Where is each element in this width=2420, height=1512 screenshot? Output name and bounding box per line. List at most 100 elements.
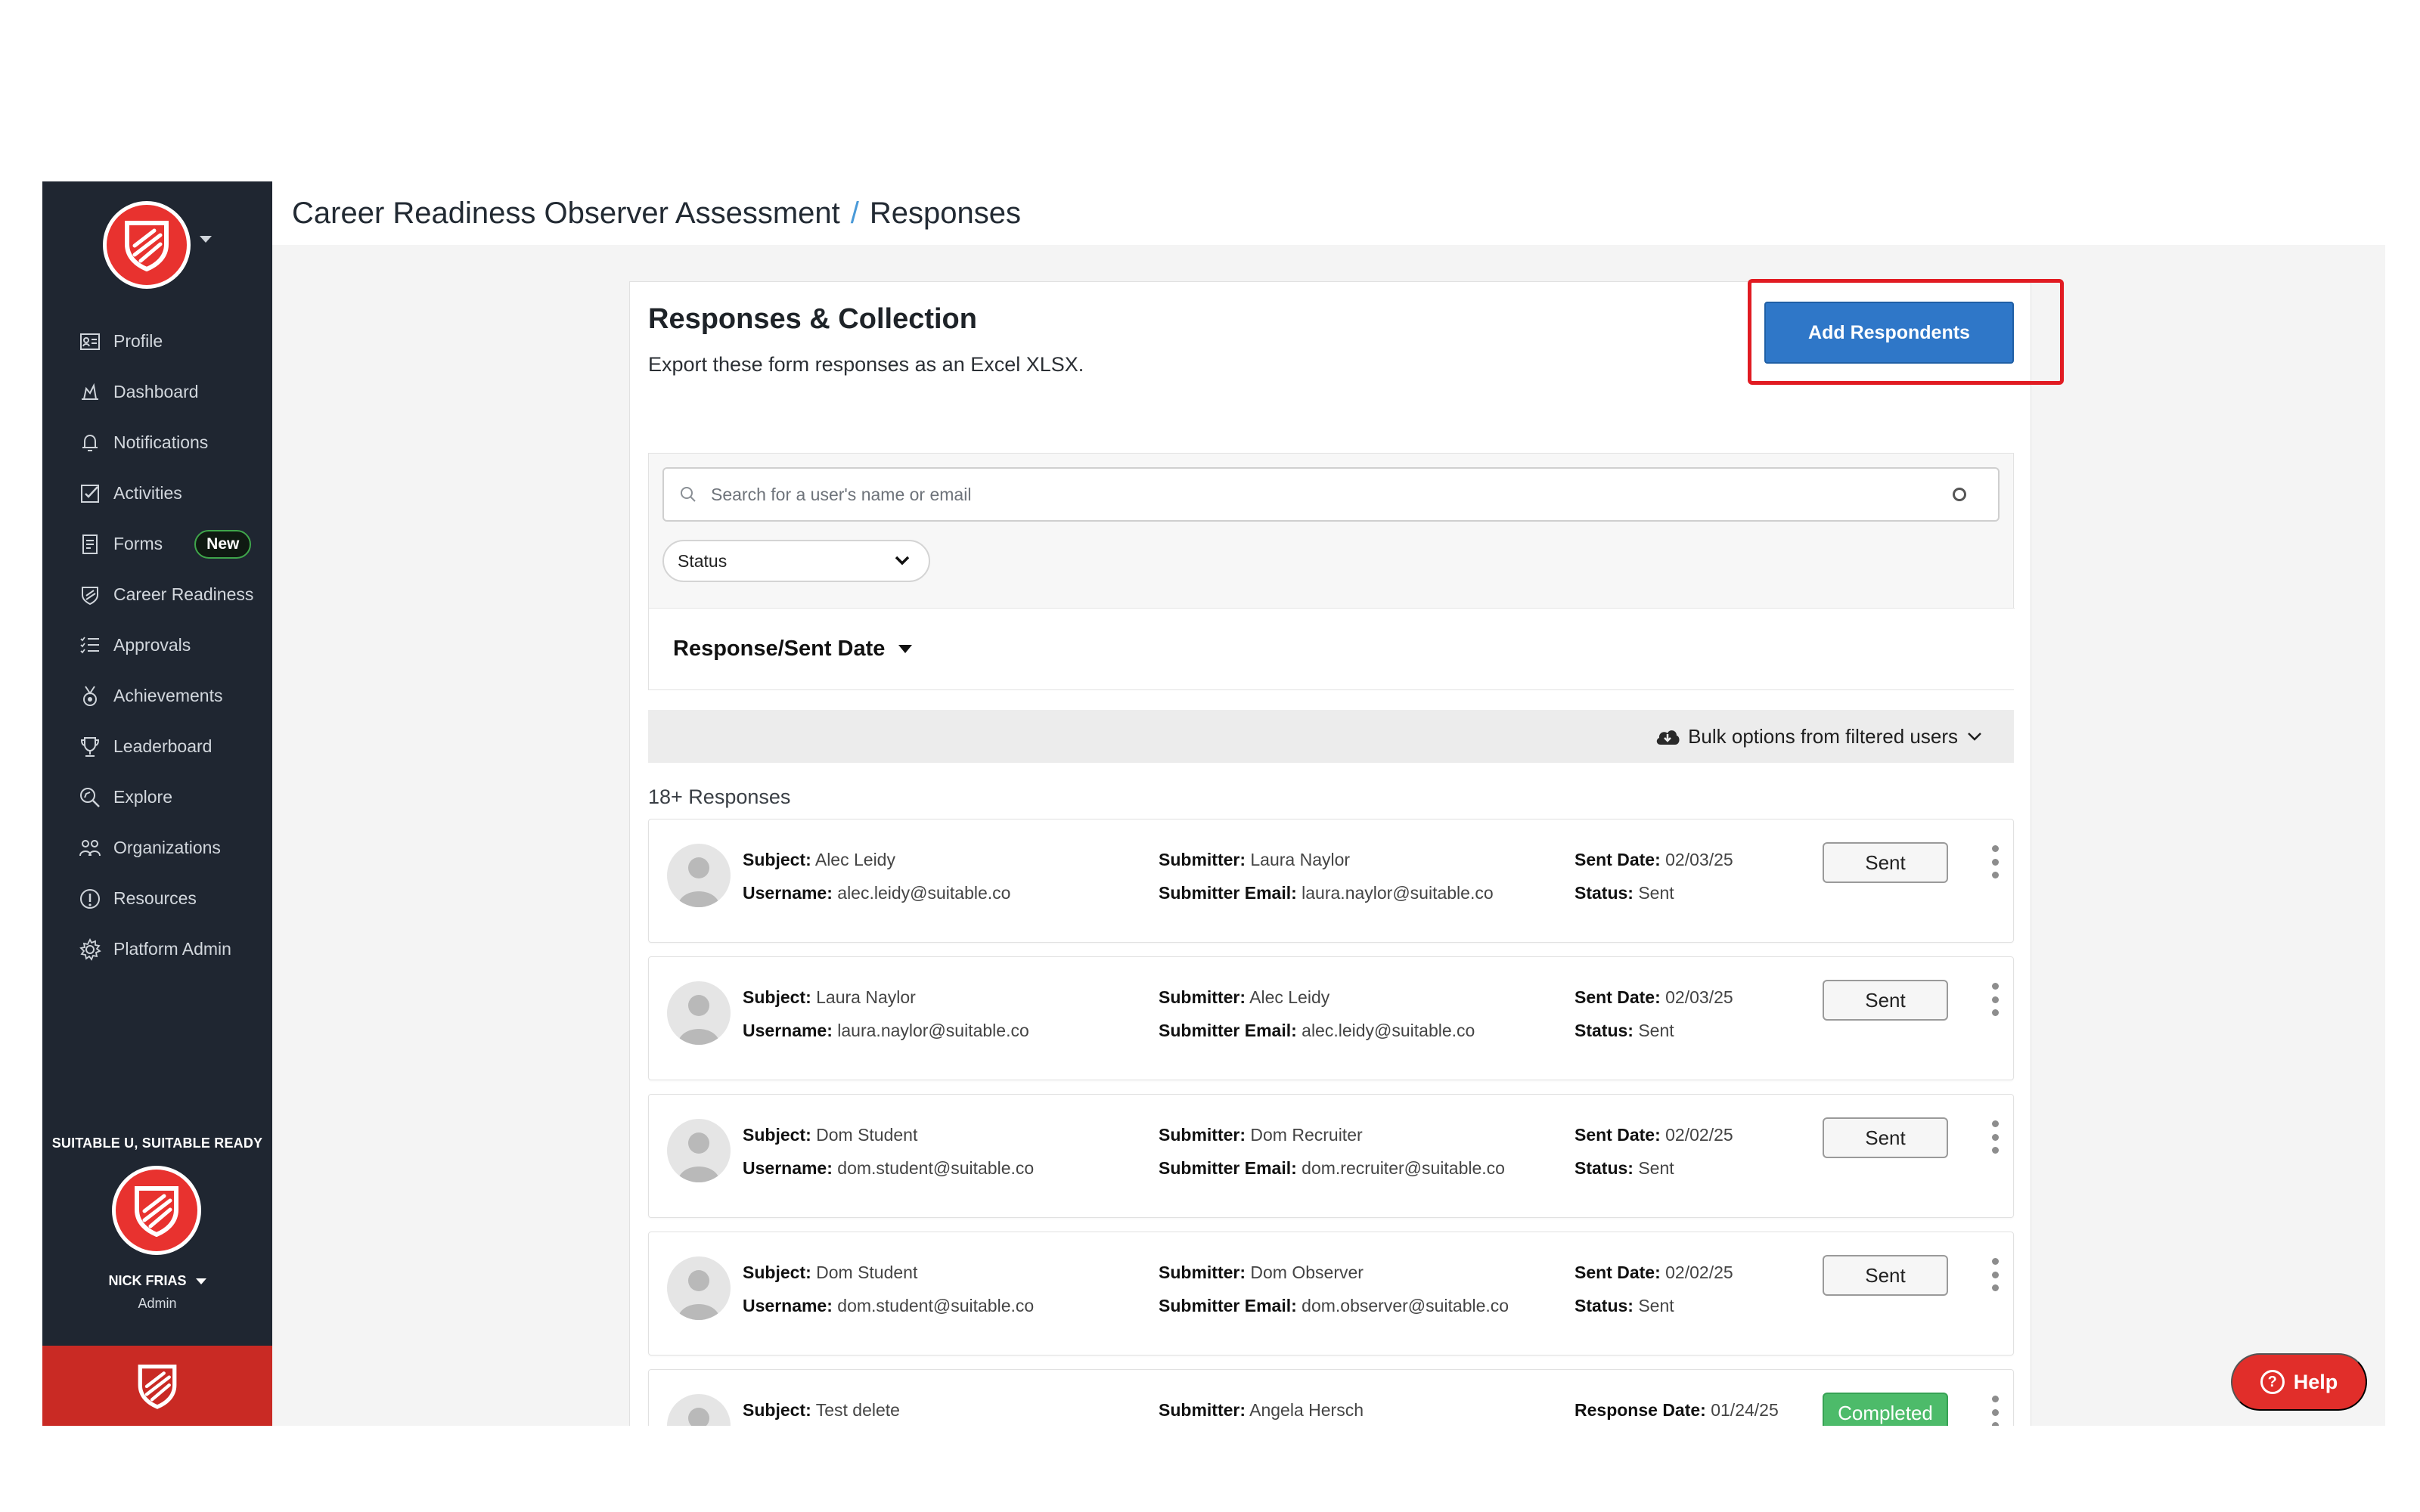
sidebar-item-leaderboard[interactable]: Leaderboard [42,721,272,772]
people-icon [77,835,103,861]
help-button[interactable]: ? Help [2231,1353,2367,1411]
response-row[interactable]: Subject: Dom Student Username: dom.studen… [648,1232,2014,1356]
brand-logo[interactable] [103,201,191,289]
submitter-field: Submitter: Dom Recruiter [1159,1125,1363,1145]
help-label: Help [2293,1370,2338,1393]
sidebar-footer[interactable] [42,1346,272,1426]
sidebar-item-label: Organizations [113,838,221,857]
username-field-value: alec.leidy@suitable.co [837,883,1011,903]
submitter-field-value: Laura Naylor [1250,850,1351,869]
search-box [662,467,2000,522]
org-logo[interactable] [112,1166,201,1255]
submitter-email-field: Submitter Email: laura.naylor@suitable.c… [1159,883,1494,903]
sidebar-item-career-readiness[interactable]: Career Readiness [42,569,272,620]
subject-field-label: Subject: [743,1400,811,1420]
sidebar-item-organizations[interactable]: Organizations [42,823,272,873]
sidebar-item-profile[interactable]: Profile [42,316,272,367]
breadcrumb-parent[interactable]: Career Readiness Observer Assessment [292,197,840,231]
status-dropdown[interactable]: Status [662,540,930,582]
date-field-value: 02/03/25 [1665,850,1733,869]
bulk-options-bar[interactable]: Bulk options from filtered users [648,710,2014,763]
status-field-label: Status: [1575,1158,1634,1178]
sidebar-item-label: Platform Admin [113,939,231,959]
response-row[interactable]: Subject: Laura Naylor Username: laura.nay… [648,956,2014,1080]
user-silhouette-icon [678,857,720,907]
date-field-value: 02/03/25 [1665,987,1733,1007]
user-silhouette-icon [678,1270,720,1320]
avatar [667,1394,731,1426]
response-row[interactable]: Subject: Alec Leidy Username: alec.leidy@… [648,819,2014,943]
logo-menu-chevron-icon[interactable] [200,236,212,243]
sidebar-item-label: Explore [113,787,172,807]
status-field-label: Status: [1575,883,1634,903]
list-check-icon [77,633,103,658]
user-role: Admin [138,1296,177,1311]
submitter-email-field: Submitter Email: dom.recruiter@suitable.… [1159,1158,1505,1179]
username-field-label: Username: [743,883,833,903]
sidebar-item-label: Notifications [113,432,209,452]
status-button[interactable]: Completed [1823,1393,1948,1426]
date-field: Sent Date: 02/03/25 [1575,850,1733,870]
user-silhouette-icon [678,995,720,1045]
card-subtitle: Export these form responses as an Excel … [648,353,1084,376]
sidebar-item-activities[interactable]: Activities [42,468,272,519]
sort-control[interactable]: Response/Sent Date [649,608,2015,689]
sidebar-item-platform-admin[interactable]: Platform Admin [42,924,272,974]
response-row[interactable]: Subject: Test delete Submitter: Angela He… [648,1369,2014,1426]
status-button[interactable]: Sent [1823,1117,1948,1158]
status-field-value: Sent [1638,1158,1674,1178]
submitter-email-field-value: alec.leidy@suitable.co [1302,1021,1475,1040]
sidebar-item-label: Career Readiness [113,584,254,604]
sidebar-item-achievements[interactable]: Achievements [42,671,272,721]
date-field: Sent Date: 02/02/25 [1575,1125,1733,1145]
status-field-label: Status: [1575,1021,1634,1040]
sidebar-item-dashboard[interactable]: Dashboard [42,367,272,417]
chevron-down-icon [1968,733,1981,741]
date-field-value: 02/02/25 [1665,1263,1733,1282]
card-title: Responses & Collection [648,303,977,335]
status-button[interactable]: Sent [1823,980,1948,1021]
more-options-icon[interactable] [1990,845,2000,878]
sort-label: Response/Sent Date [673,637,886,661]
sidebar-item-label: Leaderboard [113,736,213,756]
date-field-label: Sent Date: [1575,850,1661,869]
status-button[interactable]: Sent [1823,1255,1948,1296]
sidebar-item-notifications[interactable]: Notifications [42,417,272,468]
submitter-field-value: Alec Leidy [1249,987,1330,1007]
more-options-icon[interactable] [1990,1396,2000,1426]
shield-logo-icon [135,1186,178,1237]
sidebar-item-forms[interactable]: Forms New [42,519,272,569]
date-field-value: 01/24/25 [1711,1400,1779,1420]
search-input[interactable] [711,479,1936,510]
sidebar-item-label: Profile [113,331,163,351]
submitter-email-field: Submitter Email: alec.leidy@suitable.co [1159,1021,1475,1041]
more-options-icon[interactable] [1990,1258,2000,1291]
submitter-field-value: Angela Hersch [1249,1400,1364,1420]
sidebar-item-explore[interactable]: Explore [42,772,272,823]
org-name: SUITABLE U, SUITABLE READY [51,1136,263,1151]
status-button[interactable]: Sent [1823,842,1948,883]
submitter-field-label: Submitter: [1159,1125,1246,1145]
username-field-value: dom.student@suitable.co [837,1296,1035,1315]
date-field: Sent Date: 02/03/25 [1575,987,1733,1008]
submitter-field: Submitter: Dom Observer [1159,1263,1364,1283]
username-field-value: laura.naylor@suitable.co [837,1021,1029,1040]
sidebar-item-resources[interactable]: Resources [42,873,272,924]
user-menu[interactable]: NICK FRIAS [42,1273,272,1289]
more-options-icon[interactable] [1990,1120,2000,1154]
breadcrumb-current: Responses [869,196,1021,230]
subject-field-label: Subject: [743,1263,811,1282]
sidebar-item-label: Approvals [113,635,191,655]
sidebar-item-approvals[interactable]: Approvals [42,620,272,671]
subject-field: Subject: Dom Student [743,1263,917,1283]
cloud-download-icon [1656,730,1680,745]
clear-search-icon[interactable] [1953,488,1966,501]
more-options-icon[interactable] [1990,983,2000,1016]
response-row[interactable]: Subject: Dom Student Username: dom.studen… [648,1094,2014,1218]
sidebar-item-label: Resources [113,888,197,908]
status-field: Status: Sent [1575,1158,1674,1179]
sidebar-item-label: Forms [113,534,163,553]
add-respondents-button[interactable]: Add Respondents [1764,302,2014,364]
explore-icon [77,785,103,810]
submitter-email-field-value: dom.recruiter@suitable.co [1302,1158,1505,1178]
